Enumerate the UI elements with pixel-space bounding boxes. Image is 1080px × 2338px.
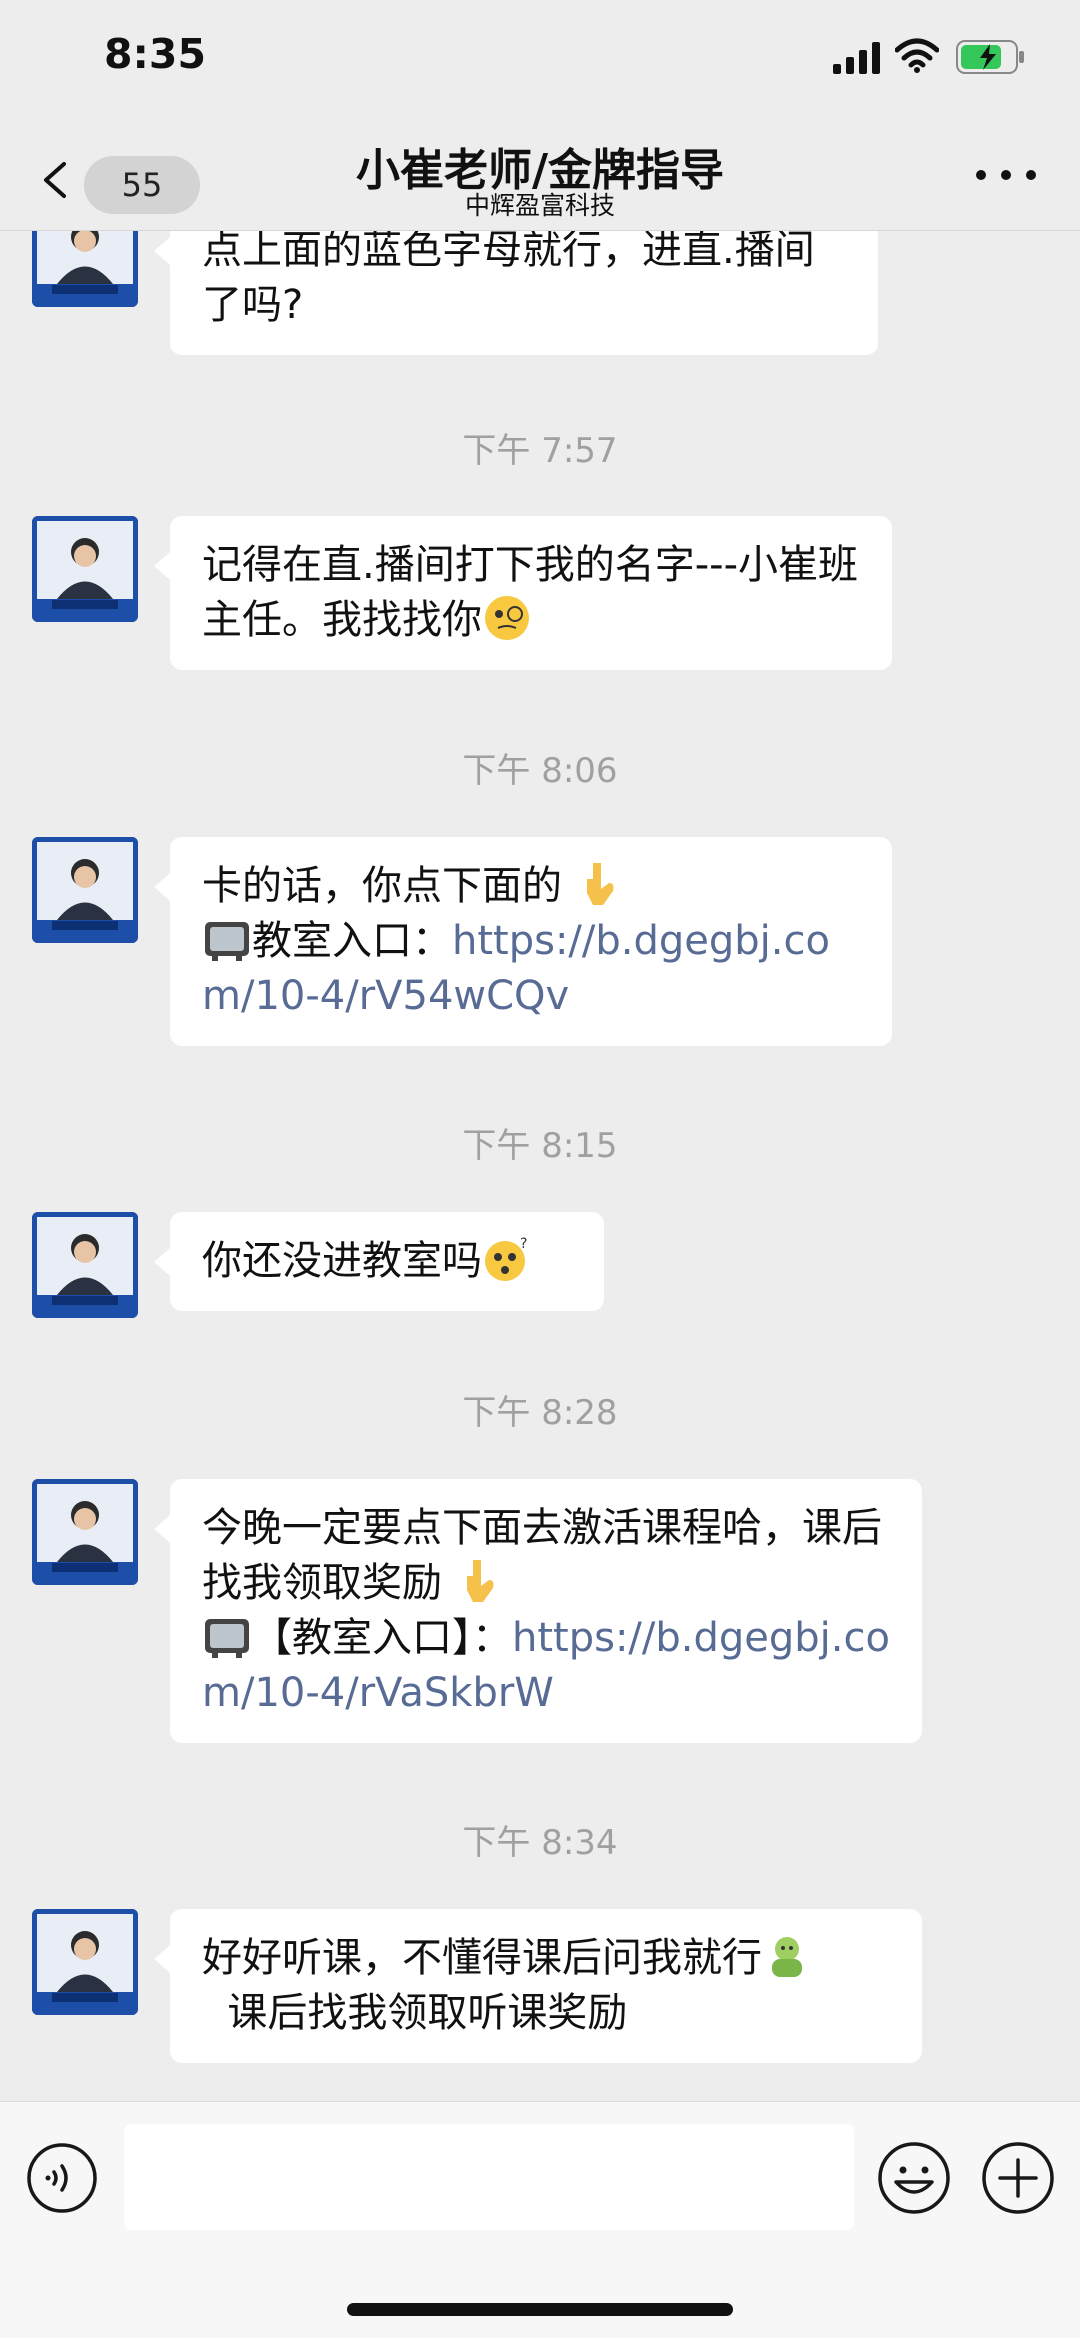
avatar[interactable] xyxy=(32,837,138,943)
timestamp: 下午 8:15 xyxy=(462,1126,618,1166)
chat-subtitle: 中辉盈富科技 xyxy=(464,191,615,220)
message-bubble[interactable]: 好好听课，不懂得课后问我就行 课后找我领取听课奖励 xyxy=(154,1909,922,2063)
teacher-avatar-image xyxy=(32,231,138,307)
input-bar xyxy=(0,2101,1080,2338)
thinking-face-emoji: ? xyxy=(485,1236,527,1281)
home-indicator xyxy=(347,2303,733,2316)
sloth-emoji xyxy=(772,1937,802,1977)
message-text: 你还没进教室吗 xyxy=(202,1238,482,1284)
message-bubble[interactable]: 你还没进教室吗? xyxy=(154,1212,604,1311)
message-text: 课后找我领取听课奖励 xyxy=(202,1990,628,2036)
message-text: 教室入口： xyxy=(252,918,452,964)
monocle-face-emoji xyxy=(485,596,529,640)
timestamp: 下午 8:34 xyxy=(462,1823,618,1863)
avatar[interactable] xyxy=(32,516,138,622)
message-text: 今晚一定要点下面去激活课程哈，课后找我领取奖励 xyxy=(202,1505,882,1606)
message-text: 好好听课，不懂得课后问我就行 xyxy=(202,1935,762,1981)
avatar[interactable] xyxy=(32,1909,138,2015)
avatar[interactable] xyxy=(32,231,138,307)
television-emoji xyxy=(205,1619,249,1658)
battery-charging-icon xyxy=(956,40,1024,74)
teacher-avatar-image xyxy=(32,1479,138,1585)
dot-icon xyxy=(1001,170,1011,180)
more-options-button[interactable] xyxy=(976,160,1036,190)
status-time: 8:35 xyxy=(104,30,206,78)
timestamp: 下午 8:06 xyxy=(462,751,618,791)
television-emoji xyxy=(205,922,249,961)
timestamp: 下午 7:57 xyxy=(462,431,618,471)
message-text: 【教室入口】： xyxy=(252,1615,512,1661)
svg-text:?: ? xyxy=(520,1236,527,1252)
teacher-avatar-image xyxy=(32,516,138,622)
dot-icon xyxy=(976,170,986,180)
chat-header: 55 小崔老师/金牌指导 中辉盈富科技 xyxy=(0,130,1080,231)
teacher-avatar-image xyxy=(32,837,138,943)
plus-icon[interactable] xyxy=(980,2140,1056,2216)
message-bubble[interactable]: 今晚一定要点下面去激活课程哈，课后找我领取奖励 【教室入口】：https://b… xyxy=(154,1479,922,1743)
signal-icon xyxy=(833,42,880,74)
teacher-avatar-image xyxy=(32,1909,138,2015)
message-bubble[interactable]: 点上面的蓝色字母就行，进直.播间了吗? xyxy=(154,231,878,355)
emoji-icon[interactable] xyxy=(876,2140,952,2216)
avatar[interactable] xyxy=(32,1212,138,1318)
message-bubble[interactable]: 卡的话，你点下面的 教室入口：https://b.dgegbj.com/10-4… xyxy=(154,837,892,1046)
message-input[interactable] xyxy=(124,2124,854,2230)
message-text: 卡的话，你点下面的 xyxy=(202,863,562,909)
teacher-avatar-image xyxy=(32,1212,138,1318)
pointing-down-emoji xyxy=(586,863,614,905)
wifi-icon xyxy=(895,38,939,73)
timestamp: 下午 8:28 xyxy=(462,1393,618,1433)
avatar[interactable] xyxy=(32,1479,138,1585)
status-bar: 8:35 xyxy=(0,0,1080,130)
message-list[interactable]: 点上面的蓝色字母就行，进直.播间了吗? 下午 7:57 记得在直.播间打下我的名… xyxy=(0,231,1080,2101)
voice-icon[interactable] xyxy=(26,2142,98,2214)
message-bubble[interactable]: 记得在直.播间打下我的名字---小崔班主任。我找找你 xyxy=(154,516,892,670)
pointing-down-emoji xyxy=(466,1560,494,1602)
dot-icon xyxy=(1026,170,1036,180)
